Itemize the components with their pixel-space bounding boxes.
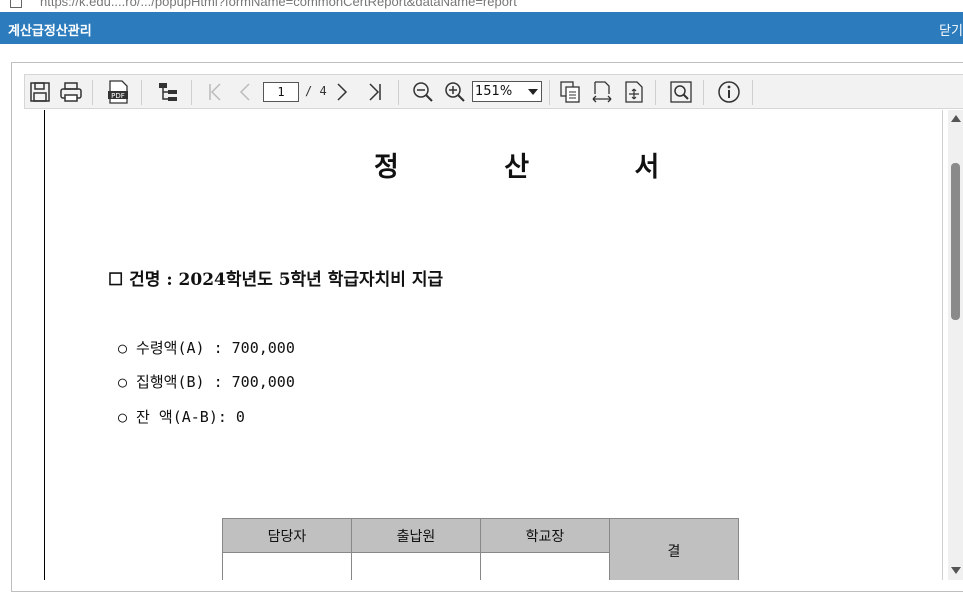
popup-titlebar: 계산급정산관리 닫기 [0, 12, 963, 44]
pdf-label: PDF [111, 92, 125, 100]
url-text: https://k.edu....ro/.../popupHtml?formNa… [40, 0, 517, 9]
document-page: 정 산 서 ☐ 건명 : 2024학년도 5학년 학급자치비 지급 ○ 수령액(… [24, 110, 960, 580]
fit-page-icon[interactable] [621, 78, 647, 106]
search-icon[interactable] [668, 78, 694, 106]
document-subject: ☐ 건명 : 2024학년도 5학년 학급자치비 지급 [108, 270, 444, 290]
toolbar-divider [549, 80, 550, 105]
page-border [942, 110, 943, 580]
approval-side-label: 결 [609, 518, 739, 580]
vertical-scrollbar[interactable] [948, 110, 963, 580]
print-icon[interactable] [57, 78, 85, 106]
signature-cell [480, 552, 610, 580]
approval-header-principal: 학교장 [480, 518, 610, 553]
zoom-value: 151% [475, 84, 513, 99]
toolbar-divider [92, 80, 93, 105]
toolbar-divider [141, 80, 142, 105]
chevron-down-icon [528, 89, 538, 95]
info-icon[interactable] [716, 78, 742, 106]
zoom-select[interactable]: 151% [472, 81, 542, 102]
browser-url-bar: https://k.edu....ro/.../popupHtml?formNa… [0, 0, 963, 12]
toolbar-divider [655, 80, 656, 105]
page-icon [10, 0, 22, 8]
tree-icon[interactable] [155, 78, 181, 106]
signature-cell [222, 552, 352, 580]
page-number-input[interactable]: 1 [263, 82, 299, 102]
fit-width-icon[interactable] [589, 78, 615, 106]
save-icon[interactable] [27, 78, 53, 106]
amount-balance: ○ 잔 액(A-B): 0 [118, 408, 245, 426]
page-border [44, 110, 45, 580]
toolbar-divider [752, 80, 753, 105]
scroll-down-icon[interactable] [951, 567, 961, 574]
toolbar-divider [398, 80, 399, 105]
popup-title: 계산급정산관리 [8, 24, 92, 39]
report-viewer: PDF 1 / 4 151% 정 산 서 ☐ 건명: 2024학년도 5학년 … [11, 62, 963, 592]
toolbar-divider [191, 80, 192, 105]
approval-header-cashier: 출납원 [351, 518, 481, 553]
toolbar-divider [703, 80, 704, 105]
next-page-icon[interactable] [332, 78, 352, 106]
last-page-icon[interactable] [365, 78, 385, 106]
approval-header-staff: 담당자 [222, 518, 352, 553]
signature-cell [351, 552, 481, 580]
page-total: / 4 [305, 84, 327, 98]
first-page-icon[interactable] [205, 78, 225, 106]
approval-table: 담당자 출납원 학교장 결 [222, 518, 739, 580]
amount-received: ○ 수령액(A) : 700,000 [118, 339, 295, 357]
pdf-icon[interactable]: PDF [105, 78, 131, 106]
viewer-toolbar: PDF 1 / 4 151% [24, 74, 963, 109]
amount-executed: ○ 집행액(B) : 700,000 [118, 373, 295, 391]
zoom-out-icon[interactable] [410, 78, 436, 106]
document-title: 정 산 서 [374, 152, 708, 183]
zoom-in-icon[interactable] [442, 78, 468, 106]
scroll-thumb[interactable] [951, 163, 960, 320]
prev-page-icon[interactable] [235, 78, 255, 106]
scroll-up-icon[interactable] [951, 115, 961, 122]
close-button[interactable]: 닫기 [939, 20, 963, 39]
single-page-icon[interactable] [557, 78, 583, 106]
